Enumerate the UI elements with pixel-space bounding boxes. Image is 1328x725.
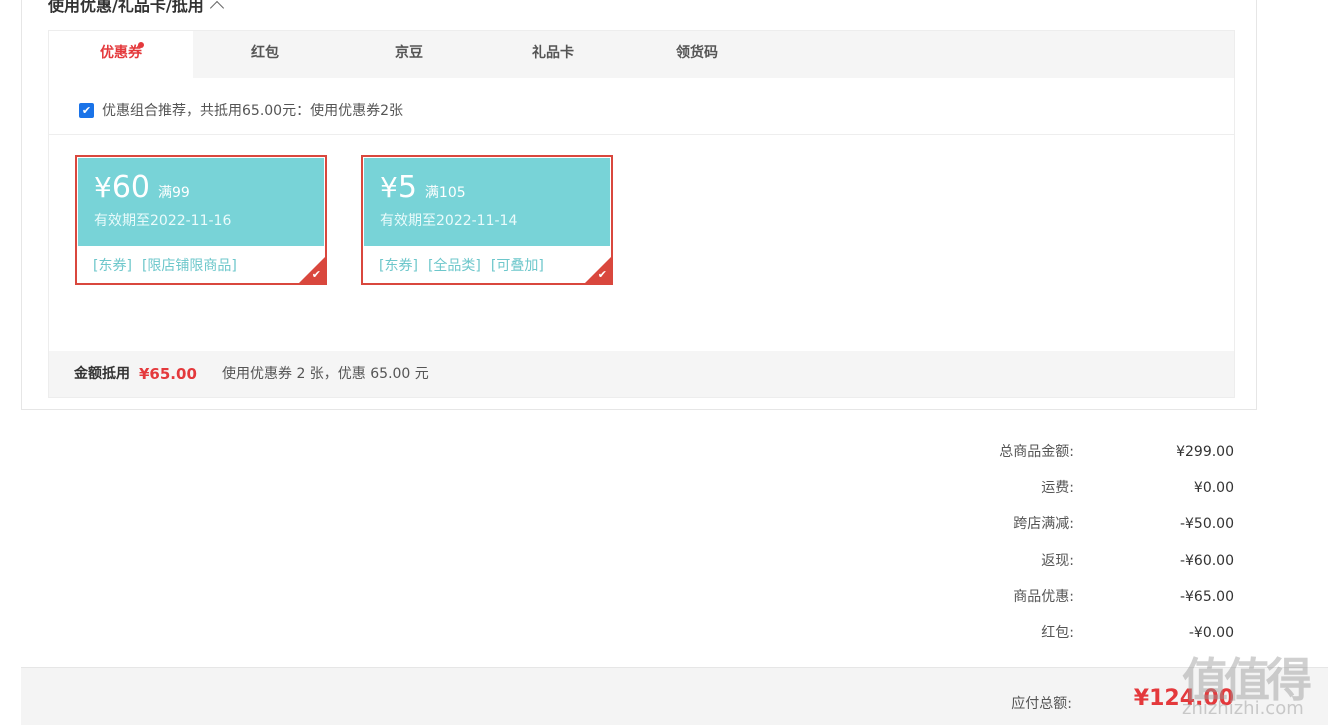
coupon-value: 5 [397, 170, 417, 205]
combo-recommend-row: ✔ 优惠组合推荐，共抵用65.00元：使用优惠券2张 [79, 100, 403, 120]
tab-gift-card-label: 礼品卡 [532, 45, 574, 61]
price-row: 返现: -¥60.00 [0, 551, 1328, 571]
tab-jingdou-label: 京豆 [395, 45, 423, 61]
price-row: 总商品金额: ¥299.00 [0, 442, 1328, 462]
price-row: 红包: -¥0.00 [0, 623, 1328, 643]
price-label: 跨店满减: [1013, 516, 1074, 532]
summary-description: 使用优惠券 2 张，优惠 65.00 元 [222, 366, 429, 382]
coupon-tag: [可叠加] [490, 258, 544, 274]
discount-tabs: 优惠券 红包 京豆 礼品卡 领货码 [49, 31, 1234, 79]
combo-text: 优惠组合推荐，共抵用65.00元：使用优惠券2张 [102, 103, 403, 119]
coupon-header: ¥60 满99 有效期至2022-11-16 [78, 158, 324, 246]
coupon-currency: ¥ [94, 171, 112, 204]
price-label: 运费: [1041, 480, 1074, 496]
price-value: ¥299.00 [1176, 444, 1234, 460]
price-label: 总商品金额: [999, 444, 1074, 460]
coupon-validity: 有效期至2022-11-16 [94, 213, 232, 229]
price-label: 红包: [1041, 625, 1074, 641]
coupon-tag: [东券] [93, 258, 132, 274]
coupon-tags: [东券] [限店铺限商品] [93, 255, 247, 275]
discount-panel: 优惠券 红包 京豆 礼品卡 领货码 ✔ 优惠组合推荐，共抵用65.00元：使用优… [48, 30, 1235, 398]
tab-gift-card[interactable]: 礼品卡 [481, 31, 625, 78]
coupon-condition: 满99 [158, 185, 190, 201]
price-row: 商品优惠: -¥65.00 [0, 587, 1328, 607]
price-label: 返现: [1041, 553, 1074, 569]
total-bar: 应付总额: ¥124.00 [21, 667, 1328, 725]
coupon-tags: [东券] [全品类] [可叠加] [379, 255, 554, 275]
price-value: -¥0.00 [1188, 625, 1234, 641]
watermark-url: zhizhizhi.com [1182, 698, 1304, 719]
summary-amount: ¥65.00 [139, 365, 197, 383]
coupon-amount: ¥60 满99 [94, 168, 190, 213]
coupon-amount: ¥5 满105 [380, 168, 466, 213]
tab-red-packet[interactable]: 红包 [193, 31, 337, 78]
price-row: 跨店满减: -¥50.00 [0, 514, 1328, 534]
tab-pickup-code-label: 领货码 [676, 45, 718, 61]
combo-checkbox[interactable]: ✔ [79, 102, 94, 118]
new-indicator-dot-icon [138, 42, 144, 48]
tab-jingdou[interactable]: 京豆 [337, 31, 481, 78]
price-value: -¥50.00 [1179, 516, 1234, 532]
summary-label: 金额抵用 [74, 366, 130, 382]
price-value: ¥0.00 [1193, 480, 1234, 496]
tab-coupons[interactable]: 优惠券 [49, 31, 193, 79]
coupon-tag: [限店铺限商品] [141, 258, 237, 274]
tab-pickup-code[interactable]: 领货码 [625, 31, 769, 78]
divider [49, 134, 1234, 135]
price-label: 商品优惠: [1013, 589, 1074, 605]
coupon-validity: 有效期至2022-11-14 [380, 213, 518, 229]
tab-red-packet-label: 红包 [251, 45, 279, 61]
price-row: 运费: ¥0.00 [0, 478, 1328, 498]
coupon-card[interactable]: ¥5 满105 有效期至2022-11-14 [东券] [全品类] [可叠加] ✔ [361, 155, 613, 285]
coupon-tag: [东券] [379, 258, 418, 274]
total-label: 应付总额: [1011, 696, 1072, 712]
coupon-tag: [全品类] [427, 258, 481, 274]
price-value: -¥65.00 [1179, 589, 1234, 605]
discount-summary: 金额抵用 ¥65.00 使用优惠券 2 张，优惠 65.00 元 [49, 351, 1234, 397]
checkmark-icon: ✔ [311, 268, 321, 281]
coupon-condition: 满105 [424, 185, 466, 201]
coupon-card[interactable]: ¥60 满99 有效期至2022-11-16 [东券] [限店铺限商品] ✔ [75, 155, 327, 285]
tab-coupons-label: 优惠券 [100, 45, 142, 61]
price-value: -¥60.00 [1179, 553, 1234, 569]
checkmark-icon: ✔ [597, 268, 607, 281]
coupon-currency: ¥ [380, 171, 398, 204]
coupon-header: ¥5 满105 有效期至2022-11-14 [364, 158, 610, 246]
coupon-value: 60 [111, 170, 151, 205]
